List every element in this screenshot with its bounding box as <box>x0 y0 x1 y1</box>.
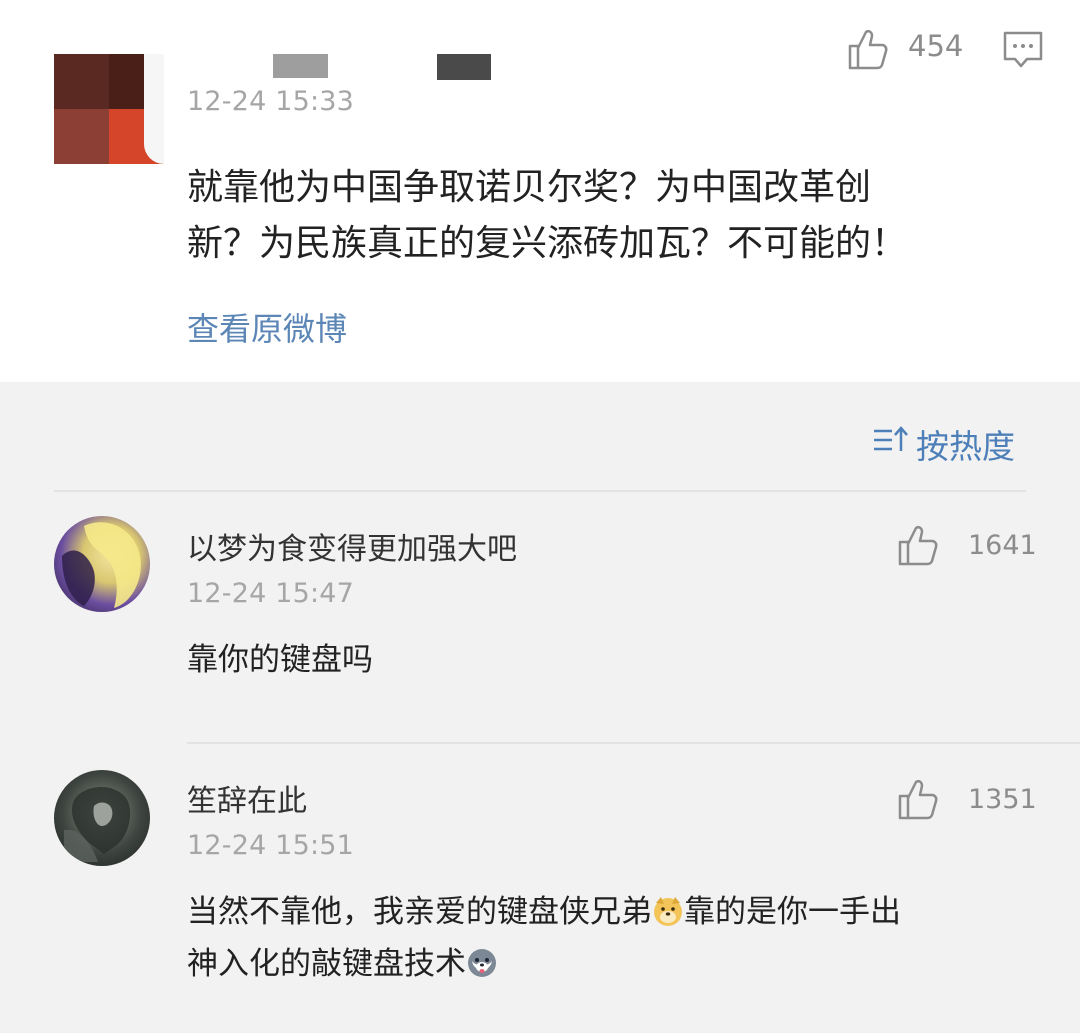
comment-item: 笙辞在此 1351 12-24 15:51 当然不靠他，我亲爱的键盘侠兄弟 靠的… <box>0 744 1080 1033</box>
comment-timestamp: 12-24 15:51 <box>187 830 355 861</box>
post-timestamp: 12-24 15:33 <box>187 86 355 117</box>
post-text-line2: 新？为民族真正的复兴添砖加瓦？不可能的！ <box>187 223 908 264</box>
view-original-link[interactable]: 查看原微博 <box>187 304 347 350</box>
post-like-button[interactable]: 454 <box>846 26 966 72</box>
comment-timestamp: 12-24 15:47 <box>187 578 355 609</box>
comment-text: 靠你的键盘吗 <box>187 642 373 678</box>
post-text-line1: 就靠他为中国争取诺贝尔奖？为中国改革创 <box>187 167 872 208</box>
comment-text-part3: 神入化的敲键盘技术 <box>187 946 466 982</box>
comment-item: 以梦为食变得更加强大吧 1641 12-24 15:47 靠你的键盘吗 <box>0 492 1080 742</box>
thumbs-up-icon <box>898 779 938 820</box>
poster-avatar[interactable] <box>54 54 164 164</box>
comment-text-part2: 靠的是你一手出 <box>684 894 901 930</box>
doge-emoji-icon <box>654 897 682 926</box>
comment-text-part1: 当然不靠他，我亲爱的键盘侠兄弟 <box>187 894 652 930</box>
sort-icon <box>874 426 908 451</box>
comment-icon[interactable] <box>1001 28 1045 72</box>
original-post: 12-24 15:33 454 就靠他为中国争取诺贝尔奖？为中国改革创 新？为民… <box>0 0 1080 382</box>
comment-like-count: 1641 <box>968 530 1037 561</box>
thumbs-up-icon <box>848 29 888 70</box>
redacted-username-part2 <box>437 54 491 80</box>
commenter-name[interactable]: 笙辞在此 <box>187 776 307 820</box>
redacted-username-part1 <box>273 54 328 78</box>
comment-text-line1: 当然不靠他，我亲爱的键盘侠兄弟 靠的是你一手出 <box>187 886 901 938</box>
commenter-name[interactable]: 以梦为食变得更加强大吧 <box>187 524 517 568</box>
thumbs-up-icon <box>898 525 938 566</box>
commenter-avatar[interactable] <box>54 516 150 612</box>
comment-like-button[interactable]: 1351 <box>896 776 1037 822</box>
husky-emoji-icon <box>468 949 496 977</box>
post-like-count: 454 <box>908 29 964 63</box>
comment-like-count: 1351 <box>968 784 1037 815</box>
comment-text-line2: 神入化的敲键盘技术 <box>187 938 498 990</box>
commenter-avatar[interactable] <box>54 770 150 866</box>
sort-label: 按热度 <box>916 427 1015 466</box>
comment-like-button[interactable]: 1641 <box>896 522 1037 568</box>
sort-by-hot-button[interactable]: 按热度 <box>872 418 1032 466</box>
